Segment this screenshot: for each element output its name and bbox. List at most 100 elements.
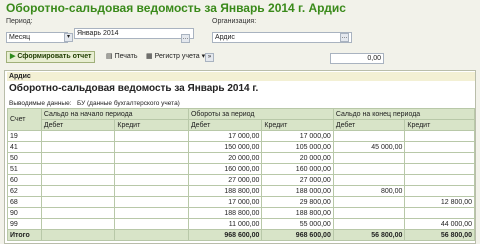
table-row[interactable]: 90 188 800,00 188 800,00	[7, 207, 475, 219]
table-row[interactable]: 60 27 000,00 27 000,00	[7, 174, 475, 186]
amount-cell: 188 800,00	[187, 185, 263, 197]
table-row[interactable]: 41 150 000,00 105 000,00 45 000,00	[7, 141, 475, 153]
amount-cell	[404, 130, 475, 142]
period-value-field[interactable]: Январь 2014	[74, 28, 194, 39]
report-organization: Ардис	[7, 72, 475, 81]
header-account: Счет	[7, 108, 42, 131]
account-cell: 19	[7, 130, 42, 142]
amount-cell	[40, 185, 116, 197]
header-credit: Кредит	[114, 119, 189, 131]
header-debit: Дебет	[332, 119, 406, 131]
total-cell: 56 800,00	[332, 229, 406, 241]
amount-cell: 188 800,00	[261, 207, 334, 219]
total-cell: Итого	[7, 229, 42, 241]
amount-cell	[404, 141, 475, 153]
amount-cell	[40, 163, 116, 175]
table-header-row: Счет Сальдо на начало периода Обороты за…	[7, 108, 475, 131]
output-data-line: Выводимые данные: БУ (данные бухгалтерск…	[9, 100, 180, 107]
header-turnover: Обороты за период	[187, 108, 334, 120]
table-row[interactable]: 62 188 800,00 188 000,00 800,00	[7, 185, 475, 197]
amount-cell: 188 800,00	[187, 207, 263, 219]
table-row[interactable]: 68 17 000,00 29 800,00 12 800,00	[7, 196, 475, 208]
amount-cell	[332, 207, 406, 219]
print-label: Печать	[114, 53, 138, 60]
amount-cell	[114, 196, 189, 208]
more-actions-icon[interactable]: »	[205, 53, 214, 62]
amount-cell: 17 000,00	[187, 196, 263, 208]
amount-cell	[114, 207, 189, 219]
organization-select-icon[interactable]: …	[340, 33, 349, 42]
amount-cell	[40, 152, 116, 164]
table-row[interactable]: 51 160 000,00 160 000,00	[7, 163, 475, 175]
amount-cell: 11 000,00	[187, 218, 263, 230]
report-sheet[interactable]: Ардис Оборотно-сальдовая ведомость за Ян…	[4, 70, 476, 244]
amount-cell	[40, 130, 116, 142]
amount-cell	[332, 130, 406, 142]
register-button[interactable]: ▦ Регистр учета ▾	[146, 51, 205, 63]
generate-report-button[interactable]: ▶ Сформировать отчет	[6, 51, 96, 63]
amount-cell: 20 000,00	[261, 152, 334, 164]
header-credit: Кредит	[261, 119, 334, 131]
amount-cell: 17 000,00	[187, 130, 263, 142]
register-icon: ▦	[146, 53, 153, 60]
amount-cell: 27 000,00	[261, 174, 334, 186]
amount-cell	[114, 130, 189, 142]
printer-icon: ▤	[106, 53, 113, 60]
amount-cell	[40, 207, 116, 219]
total-cell: 968 600,00	[261, 229, 334, 241]
total-cell: 56 800,00	[404, 229, 475, 241]
period-select-icon[interactable]: …	[181, 34, 190, 43]
header-debit: Дебет	[40, 119, 116, 131]
amount-cell: 105 000,00	[261, 141, 334, 153]
account-cell: 62	[7, 185, 42, 197]
table-row[interactable]: 99 11 000,00 55 000,00 44 000,00	[7, 218, 475, 230]
table-row[interactable]: 19 17 000,00 17 000,00	[7, 130, 475, 142]
amount-cell: 20 000,00	[187, 152, 263, 164]
organization-field[interactable]: Ардис	[212, 32, 352, 43]
amount-cell: 160 000,00	[187, 163, 263, 175]
amount-cell: 188 000,00	[261, 185, 334, 197]
register-label: Регистр учета	[154, 53, 200, 60]
period-type-dropdown-icon[interactable]: ▾	[64, 33, 73, 42]
amount-cell: 45 000,00	[332, 141, 406, 153]
amount-cell	[40, 141, 116, 153]
output-data-label: Выводимые данные:	[9, 100, 72, 107]
table-total-row: Итого 968 600,00 968 600,00 56 800,00 56…	[7, 229, 475, 241]
amount-cell	[404, 207, 475, 219]
amount-cell: 800,00	[332, 185, 406, 197]
header-closing: Сальдо на конец периода	[332, 108, 475, 120]
total-cell	[40, 229, 116, 241]
account-cell: 60	[7, 174, 42, 186]
amount-cell	[114, 141, 189, 153]
amount-cell	[332, 174, 406, 186]
account-cell: 99	[7, 218, 42, 230]
amount-cell	[332, 218, 406, 230]
table-row[interactable]: 50 20 000,00 20 000,00	[7, 152, 475, 164]
amount-cell	[332, 152, 406, 164]
amount-cell	[114, 152, 189, 164]
amount-cell: 55 000,00	[261, 218, 334, 230]
generate-report-label: Сформировать отчет	[17, 53, 92, 60]
account-cell: 51	[7, 163, 42, 175]
amount-cell: 27 000,00	[187, 174, 263, 186]
period-label: Период:	[6, 18, 33, 25]
print-button[interactable]: ▤ Печать	[106, 51, 138, 63]
amount-field[interactable]: 0,00	[330, 53, 384, 64]
total-cell	[114, 229, 189, 241]
amount-cell	[404, 185, 475, 197]
amount-cell: 29 800,00	[261, 196, 334, 208]
amount-cell	[114, 174, 189, 186]
header-credit: Кредит	[404, 119, 475, 131]
amount-cell: 17 000,00	[261, 130, 334, 142]
amount-cell: 160 000,00	[261, 163, 334, 175]
amount-cell: 44 000,00	[404, 218, 475, 230]
amount-cell	[332, 163, 406, 175]
table-subheader-row: Дебет Кредит Дебет Кредит Дебет Кредит	[8, 119, 475, 131]
amount-cell	[404, 174, 475, 186]
header-debit: Дебет	[187, 119, 263, 131]
amount-cell	[404, 163, 475, 175]
organization-label: Организация:	[212, 18, 257, 25]
period-type-select[interactable]: Месяц	[6, 32, 68, 43]
amount-cell	[40, 196, 116, 208]
account-cell: 41	[7, 141, 42, 153]
